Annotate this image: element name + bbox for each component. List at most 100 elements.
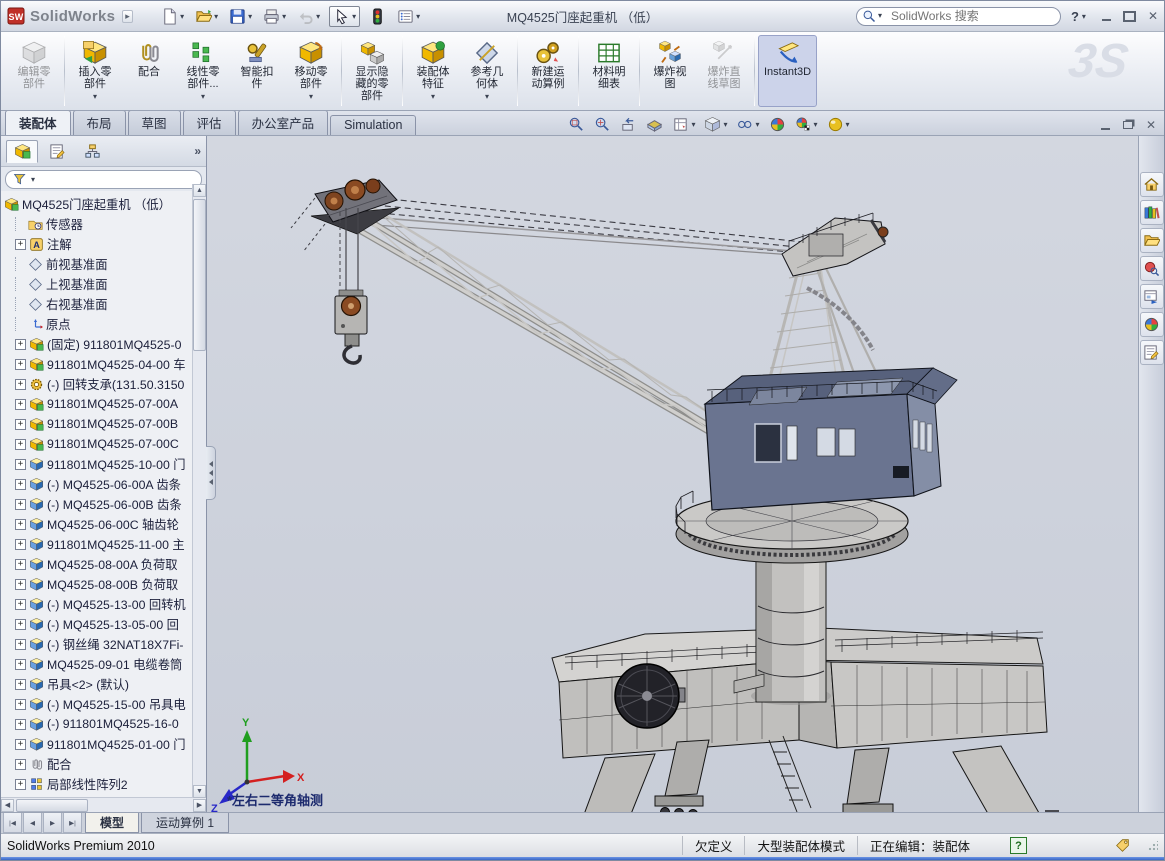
filter-dropdown-icon[interactable]: ▾: [31, 175, 35, 184]
dropdown-arrow-icon[interactable]: ▾: [431, 92, 435, 101]
ribbon-motion-study-button[interactable]: 新建运动算例: [521, 35, 575, 107]
dropdown-arrow-icon[interactable]: ▾: [485, 92, 489, 101]
dropdown-arrow-icon[interactable]: ▾: [282, 12, 286, 21]
tree-filter-box[interactable]: ▾: [5, 170, 202, 189]
open-button[interactable]: ▾: [193, 7, 220, 26]
rebuild-button[interactable]: [367, 7, 388, 26]
expand-icon[interactable]: +: [15, 359, 26, 370]
expand-icon[interactable]: +: [15, 679, 26, 690]
tree-item[interactable]: +(固定) 911801MQ4525-0: [4, 334, 192, 354]
task-pane-design-library-button[interactable]: [1140, 200, 1164, 225]
expand-icon[interactable]: +: [15, 439, 26, 450]
search-input[interactable]: [856, 7, 1061, 26]
expand-icon[interactable]: +: [15, 379, 26, 390]
panel-splitter-handle[interactable]: [206, 446, 216, 500]
task-pane-search-button[interactable]: [1140, 256, 1164, 281]
options-button[interactable]: ▾: [395, 7, 422, 26]
tree-item[interactable]: +配合: [4, 754, 192, 774]
expand-icon[interactable]: +: [15, 719, 26, 730]
expand-icon[interactable]: +: [15, 659, 26, 670]
dropdown-arrow-icon[interactable]: ▾: [201, 92, 205, 101]
tree-item[interactable]: +(-) 回转支承(131.50.3150: [4, 374, 192, 394]
quick-tips-help-icon[interactable]: ?: [1010, 837, 1027, 854]
dropdown-arrow-icon[interactable]: ▾: [248, 12, 252, 21]
dropdown-arrow-icon[interactable]: ▾: [814, 120, 818, 129]
resize-grip[interactable]: [1148, 841, 1158, 851]
expand-icon[interactable]: +: [15, 399, 26, 410]
ribbon-explode-sketch-button[interactable]: 爆炸直线草图: [697, 35, 751, 107]
tree-item[interactable]: 前视基准面: [4, 254, 192, 274]
tree-item[interactable]: +(-) MQ4525-06-00A 齿条: [4, 474, 192, 494]
command-tab-2[interactable]: 草图: [128, 110, 181, 135]
display-style-button[interactable]: ▾: [704, 116, 727, 133]
tree-item[interactable]: +MQ4525-08-00B 负荷取: [4, 574, 192, 594]
dropdown-arrow-icon[interactable]: ▾: [180, 12, 184, 21]
task-pane-view-palette-button[interactable]: [1140, 284, 1164, 309]
tree-item[interactable]: +911801MQ4525-04-00 车: [4, 354, 192, 374]
tree-item[interactable]: +A注解: [4, 234, 192, 254]
tab-scroll-next-icon[interactable]: ▶: [43, 813, 62, 833]
model-tab-0[interactable]: 模型: [85, 813, 139, 833]
task-pane-custom-properties-button[interactable]: [1140, 340, 1164, 365]
panel-overflow-chevron[interactable]: »: [194, 144, 201, 158]
dropdown-arrow-icon[interactable]: ▾: [309, 92, 313, 101]
zoom-to-fit-button[interactable]: [568, 116, 585, 133]
panel-tab-feature-manager[interactable]: [6, 140, 38, 163]
tree-vertical-scrollbar[interactable]: ▲ ▼: [192, 184, 206, 798]
tree-item[interactable]: +吊具<2> (默认): [4, 674, 192, 694]
tree-item[interactable]: 右视基准面: [4, 294, 192, 314]
model-tab-1[interactable]: 运动算例 1: [141, 813, 229, 833]
panel-tab-configuration-manager[interactable]: [76, 140, 108, 163]
expand-icon[interactable]: +: [15, 599, 26, 610]
dropdown-arrow-icon[interactable]: ▾: [214, 12, 218, 21]
document-restore-button[interactable]: [1123, 121, 1133, 129]
save-button[interactable]: ▾: [227, 7, 254, 26]
ribbon-insert-component-button[interactable]: 插入零部件▾: [68, 35, 122, 107]
dropdown-arrow-icon[interactable]: ▾: [93, 92, 97, 101]
ribbon-exploded-view-button[interactable]: 爆炸视图: [643, 35, 697, 107]
dropdown-arrow-icon[interactable]: ▾: [755, 120, 759, 129]
tree-item[interactable]: 传感器: [4, 214, 192, 234]
tree-item[interactable]: +911801MQ4525-10-00 门: [4, 454, 192, 474]
tab-scroll-first-icon[interactable]: |◀: [3, 813, 22, 833]
tree-item[interactable]: +MQ4525-06-00C 轴齿轮: [4, 514, 192, 534]
tree-item[interactable]: 上视基准面: [4, 274, 192, 294]
menu-flyout-icon[interactable]: ▸: [122, 10, 133, 23]
close-button[interactable]: ✕: [1148, 10, 1158, 22]
select-button[interactable]: ▾: [329, 6, 360, 27]
expand-icon[interactable]: +: [15, 639, 26, 650]
view-settings-button[interactable]: ▾: [827, 116, 850, 133]
tab-scroll-last-icon[interactable]: ▶|: [63, 813, 82, 833]
command-tab-0[interactable]: 装配体: [5, 110, 71, 135]
tree-item[interactable]: +(-) MQ4525-13-05-00 回: [4, 614, 192, 634]
ribbon-linear-pattern-button[interactable]: 线性零部件...▾: [176, 35, 230, 107]
tree-horizontal-scrollbar[interactable]: ◀ ▶: [1, 797, 206, 812]
tree-item[interactable]: +911801MQ4525-11-00 主: [4, 534, 192, 554]
expand-icon[interactable]: +: [15, 779, 26, 790]
expand-icon[interactable]: +: [15, 499, 26, 510]
edit-appearance-button[interactable]: [769, 116, 786, 133]
tree-item[interactable]: +(-) MQ4525-15-00 吊具电: [4, 694, 192, 714]
tree-item[interactable]: +(-) MQ4525-13-00 回转机: [4, 594, 192, 614]
command-tab-3[interactable]: 评估: [183, 110, 236, 135]
document-close-button[interactable]: ✕: [1146, 119, 1156, 131]
tree-item[interactable]: +MQ4525-09-01 电缆卷筒: [4, 654, 192, 674]
ribbon-bom-button[interactable]: 材料明细表: [582, 35, 636, 107]
expand-icon[interactable]: +: [15, 699, 26, 710]
expand-icon[interactable]: +: [15, 519, 26, 530]
maximize-button[interactable]: [1123, 11, 1136, 22]
expand-icon[interactable]: +: [15, 619, 26, 630]
expand-icon[interactable]: +: [15, 419, 26, 430]
ribbon-instant3d-button[interactable]: Instant3D: [758, 35, 817, 107]
tag-icon[interactable]: [1115, 838, 1130, 853]
dropdown-arrow-icon[interactable]: ▾: [352, 12, 356, 21]
tree-item[interactable]: +(-) 钢丝绳 32NAT18X7Fi-: [4, 634, 192, 654]
undo-button[interactable]: ▾: [295, 7, 322, 26]
section-view-button[interactable]: [646, 116, 663, 133]
expand-icon[interactable]: +: [15, 459, 26, 470]
graphics-area[interactable]: Y X Z *左右二等角轴测: [207, 136, 1138, 812]
tree-item[interactable]: +局部圆周阵列1: [4, 794, 192, 797]
tree-root-item[interactable]: MQ4525门座起重机 （低）: [4, 194, 192, 214]
ribbon-move-component-button[interactable]: 移动零部件▾: [284, 35, 338, 107]
expand-icon[interactable]: +: [15, 759, 26, 770]
